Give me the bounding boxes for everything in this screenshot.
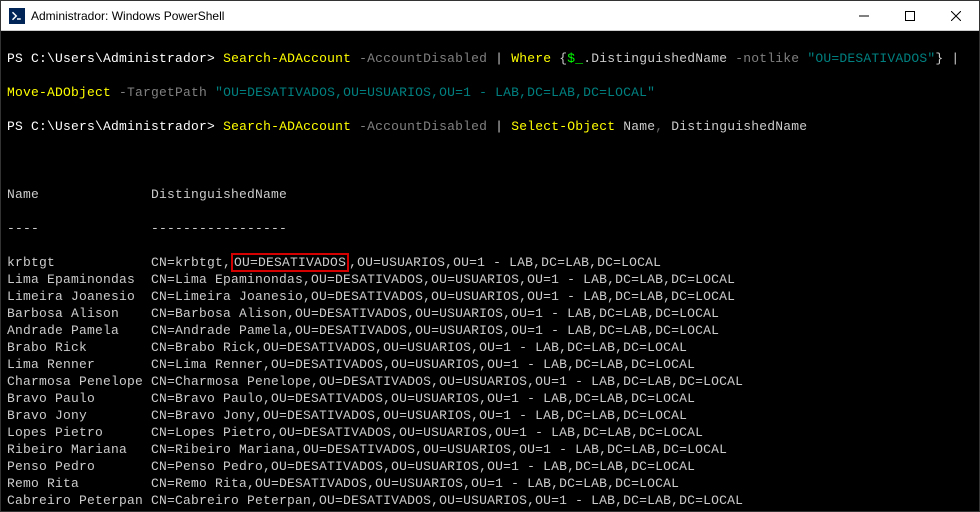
row-dn: CN=Lima Epaminondas,OU=DESATIVADOS,OU=US… — [151, 272, 735, 287]
row-name: Lima Epaminondas — [7, 272, 151, 287]
row-dn: CN=Bravo Paulo,OU=DESATIVADOS,OU=USUARIO… — [151, 391, 695, 406]
row-dn: CN=Amui Max,OU=DESATIVADOS,OU=USUARIOS,O… — [151, 510, 671, 511]
cmd-line-2: Move-ADObject -TargetPath "OU=DESATIVADO… — [7, 84, 973, 101]
row-name: Limeira Joanesio — [7, 289, 151, 304]
table-row: Andrade Pamela CN=Andrade Pamela,OU=DESA… — [7, 322, 973, 339]
row-dn: CN=Brabo Rick,OU=DESATIVADOS,OU=USUARIOS… — [151, 340, 687, 355]
table-row: Lopes Pietro CN=Lopes Pietro,OU=DESATIVA… — [7, 424, 973, 441]
row-dn: CN=Limeira Joanesio,OU=DESATIVADOS,OU=US… — [151, 289, 735, 304]
window-title: Administrador: Windows PowerShell — [31, 9, 841, 23]
row-name: Lopes Pietro — [7, 425, 151, 440]
table-row: Ribeiro Mariana CN=Ribeiro Mariana,OU=DE… — [7, 441, 973, 458]
row-dn-pre: CN=krbtgt, — [151, 255, 231, 270]
row-name: Lima Renner — [7, 357, 151, 372]
cmd-line-1: PS C:\Users\Administrador> Search-ADAcco… — [7, 50, 973, 67]
table-row: Amui Max CN=Amui Max,OU=DESATIVADOS,OU=U… — [7, 509, 973, 511]
row-dn: CN=Barbosa Alison,OU=DESATIVADOS,OU=USUA… — [151, 306, 719, 321]
row-dn: CN=Charmosa Penelope,OU=DESATIVADOS,OU=U… — [151, 374, 743, 389]
minimize-button[interactable] — [841, 1, 887, 30]
console-output[interactable]: PS C:\Users\Administrador> Search-ADAcco… — [1, 31, 979, 511]
row-name: Brabo Rick — [7, 340, 151, 355]
cmd-line-3: PS C:\Users\Administrador> Search-ADAcco… — [7, 118, 973, 135]
row-dn: CN=Andrade Pamela,OU=DESATIVADOS,OU=USUA… — [151, 323, 719, 338]
row-name: Bravo Paulo — [7, 391, 151, 406]
maximize-button[interactable] — [887, 1, 933, 30]
highlight-box: OU=DESATIVADOS — [231, 253, 349, 272]
table-row: Bravo Paulo CN=Bravo Paulo,OU=DESATIVADO… — [7, 390, 973, 407]
window-controls — [841, 1, 979, 30]
table-row: krbtgt CN=krbtgt,OU=DESATIVADOS,OU=USUAR… — [7, 254, 973, 271]
row-name: Remo Rita — [7, 476, 151, 491]
table-row: Charmosa Penelope CN=Charmosa Penelope,O… — [7, 373, 973, 390]
table-row: Barbosa Alison CN=Barbosa Alison,OU=DESA… — [7, 305, 973, 322]
row-name: Bravo Jony — [7, 408, 151, 423]
powershell-window: Administrador: Windows PowerShell PS C:\… — [0, 0, 980, 512]
row-name: krbtgt — [7, 255, 151, 270]
row-name: Amui Max — [7, 510, 151, 511]
powershell-icon — [9, 8, 25, 24]
table-row: Bravo Jony CN=Bravo Jony,OU=DESATIVADOS,… — [7, 407, 973, 424]
row-dn: CN=Cabreiro Peterpan,OU=DESATIVADOS,OU=U… — [151, 493, 743, 508]
row-name: Ribeiro Mariana — [7, 442, 151, 457]
table-header-underline: ---- ----------------- — [7, 220, 973, 237]
table-row: Brabo Rick CN=Brabo Rick,OU=DESATIVADOS,… — [7, 339, 973, 356]
table-row: Cabreiro Peterpan CN=Cabreiro Peterpan,O… — [7, 492, 973, 509]
row-name: Andrade Pamela — [7, 323, 151, 338]
table-row: Lima Renner CN=Lima Renner,OU=DESATIVADO… — [7, 356, 973, 373]
row-dn: CN=Lopes Pietro,OU=DESATIVADOS,OU=USUARI… — [151, 425, 703, 440]
row-name: Barbosa Alison — [7, 306, 151, 321]
row-dn: CN=Penso Pedro,OU=DESATIVADOS,OU=USUARIO… — [151, 459, 695, 474]
row-name: Penso Pedro — [7, 459, 151, 474]
row-dn: CN=Ribeiro Mariana,OU=DESATIVADOS,OU=USU… — [151, 442, 727, 457]
table-header: Name DistinguishedName — [7, 186, 973, 203]
table-row: Lima Epaminondas CN=Lima Epaminondas,OU=… — [7, 271, 973, 288]
table-row: Remo Rita CN=Remo Rita,OU=DESATIVADOS,OU… — [7, 475, 973, 492]
row-dn: CN=Remo Rita,OU=DESATIVADOS,OU=USUARIOS,… — [151, 476, 679, 491]
row-dn-post: ,OU=USUARIOS,OU=1 - LAB,DC=LAB,DC=LOCAL — [349, 255, 661, 270]
table-row: Penso Pedro CN=Penso Pedro,OU=DESATIVADO… — [7, 458, 973, 475]
row-name: Charmosa Penelope — [7, 374, 151, 389]
row-dn: CN=Lima Renner,OU=DESATIVADOS,OU=USUARIO… — [151, 357, 695, 372]
row-dn: CN=Bravo Jony,OU=DESATIVADOS,OU=USUARIOS… — [151, 408, 687, 423]
close-button[interactable] — [933, 1, 979, 30]
row-name: Cabreiro Peterpan — [7, 493, 151, 508]
table-row: Limeira Joanesio CN=Limeira Joanesio,OU=… — [7, 288, 973, 305]
titlebar[interactable]: Administrador: Windows PowerShell — [1, 1, 979, 31]
